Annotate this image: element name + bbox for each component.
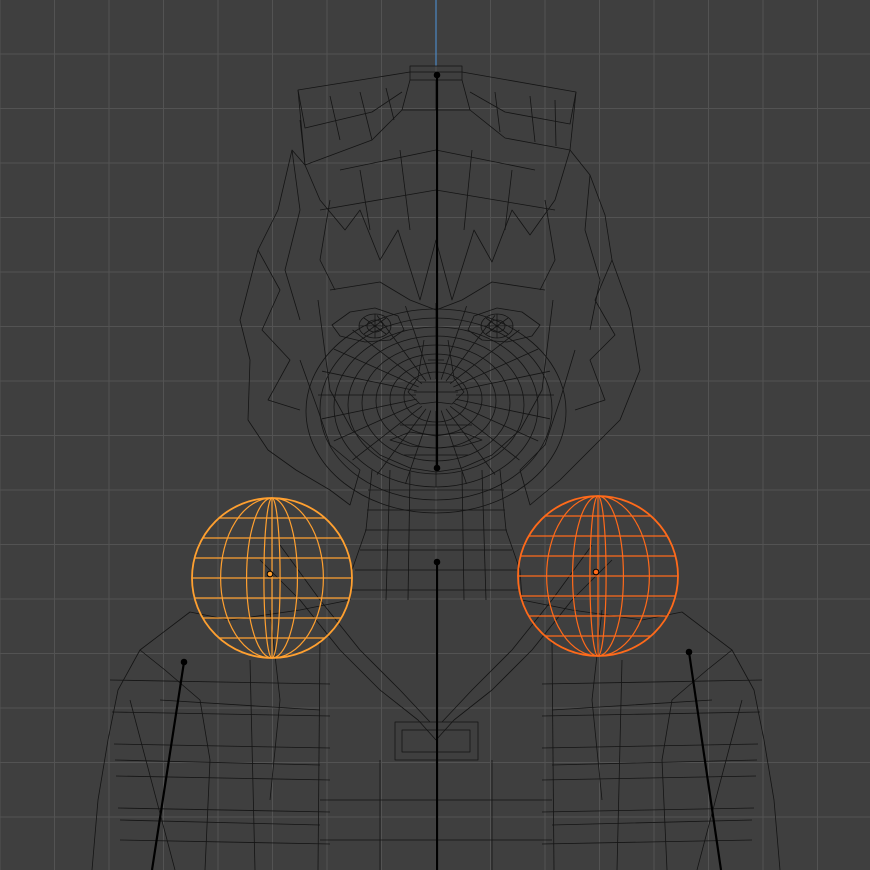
object-origin[interactable] (592, 568, 600, 576)
bone-head-tip[interactable] (433, 71, 441, 79)
right-shoulder-sphere[interactable] (517, 495, 679, 657)
torso-edge (541, 679, 763, 685)
face-edge (449, 329, 520, 385)
bone-spine-tip[interactable] (433, 558, 441, 566)
hair (239, 149, 641, 506)
torso-edge (541, 807, 755, 813)
object-origin[interactable] (266, 570, 274, 578)
viewport-canvas[interactable] (0, 0, 870, 870)
face-edge (405, 306, 432, 380)
torso-edge (117, 807, 331, 813)
bone-right-upper-arm-head[interactable] (685, 648, 693, 656)
bone-left-upper-arm-head[interactable] (180, 658, 188, 666)
torso-edge (115, 775, 331, 781)
torso-edge (113, 743, 331, 749)
face-edge (440, 306, 467, 380)
torso-edge (541, 775, 757, 781)
torso-edge (541, 839, 753, 845)
left-shoulder-sphere[interactable] (191, 497, 353, 659)
3d-viewport[interactable] (0, 0, 870, 870)
torso-edge (541, 743, 759, 749)
bone-left-upper-arm[interactable] (150, 661, 186, 870)
bone-head-root[interactable] (433, 464, 441, 472)
torso-edge (111, 711, 331, 717)
torso-edge (119, 839, 331, 845)
torso-edge (109, 679, 331, 685)
torso-edge (541, 711, 761, 717)
face-edge (352, 329, 423, 385)
